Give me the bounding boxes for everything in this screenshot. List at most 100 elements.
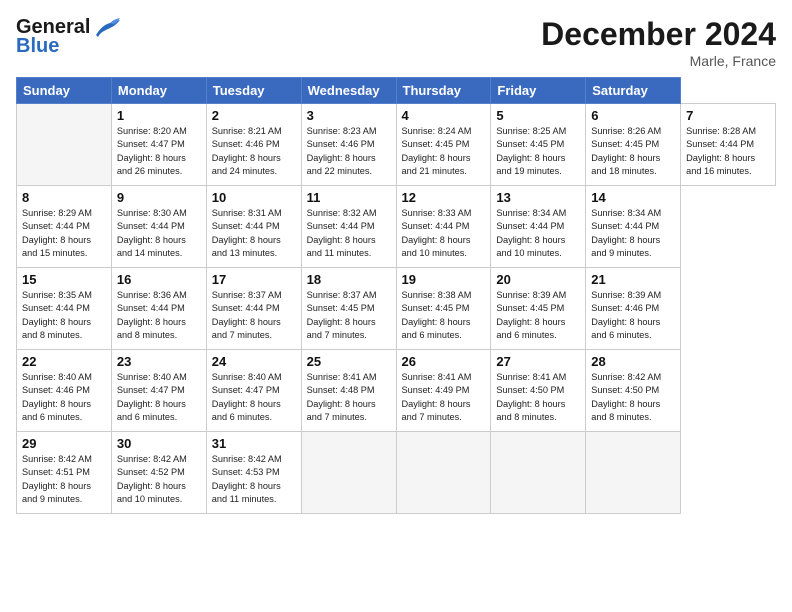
day-info: Sunrise: 8:24 AM Sunset: 4:45 PM Dayligh… bbox=[402, 125, 486, 178]
day-number: 10 bbox=[212, 190, 296, 205]
header-friday: Friday bbox=[491, 78, 586, 104]
calendar: Sunday Monday Tuesday Wednesday Thursday… bbox=[16, 77, 776, 514]
day-number: 13 bbox=[496, 190, 580, 205]
calendar-cell bbox=[301, 432, 396, 514]
calendar-cell: 3Sunrise: 8:23 AM Sunset: 4:46 PM Daylig… bbox=[301, 104, 396, 186]
day-number: 7 bbox=[686, 108, 770, 123]
day-info: Sunrise: 8:42 AM Sunset: 4:50 PM Dayligh… bbox=[591, 371, 675, 424]
day-number: 21 bbox=[591, 272, 675, 287]
day-info: Sunrise: 8:42 AM Sunset: 4:52 PM Dayligh… bbox=[117, 453, 201, 506]
calendar-cell: 8Sunrise: 8:29 AM Sunset: 4:44 PM Daylig… bbox=[17, 186, 112, 268]
day-info: Sunrise: 8:36 AM Sunset: 4:44 PM Dayligh… bbox=[117, 289, 201, 342]
header-saturday: Saturday bbox=[586, 78, 681, 104]
calendar-cell: 29 Sunrise: 8:42 AM Sunset: 4:51 PM Dayli… bbox=[17, 432, 112, 514]
day-number: 11 bbox=[307, 190, 391, 205]
calendar-week-1: 1 Sunrise: 8:20 AM Sunset: 4:47 PM Daylig… bbox=[17, 104, 776, 186]
calendar-cell: 2Sunrise: 8:21 AM Sunset: 4:46 PM Daylig… bbox=[206, 104, 301, 186]
calendar-cell: 5 Sunrise: 8:25 AM Sunset: 4:45 PM Daylig… bbox=[491, 104, 586, 186]
header-thursday: Thursday bbox=[396, 78, 491, 104]
day-info: Sunrise: 8:33 AM Sunset: 4:44 PM Dayligh… bbox=[402, 207, 486, 260]
day-info: Sunrise: 8:40 AM Sunset: 4:46 PM Dayligh… bbox=[22, 371, 106, 424]
day-info: Sunrise: 8:41 AM Sunset: 4:49 PM Dayligh… bbox=[402, 371, 486, 424]
calendar-cell bbox=[396, 432, 491, 514]
calendar-cell: 15 Sunrise: 8:35 AM Sunset: 4:44 PM Dayli… bbox=[17, 268, 112, 350]
day-number: 14 bbox=[591, 190, 675, 205]
day-info: Sunrise: 8:40 AM Sunset: 4:47 PM Dayligh… bbox=[212, 371, 296, 424]
calendar-header-row: Sunday Monday Tuesday Wednesday Thursday… bbox=[17, 78, 776, 104]
day-number: 15 bbox=[22, 272, 106, 287]
day-number: 19 bbox=[402, 272, 486, 287]
day-info: Sunrise: 8:31 AM Sunset: 4:44 PM Dayligh… bbox=[212, 207, 296, 260]
calendar-week-3: 15 Sunrise: 8:35 AM Sunset: 4:44 PM Dayli… bbox=[17, 268, 776, 350]
calendar-cell: 16 Sunrise: 8:36 AM Sunset: 4:44 PM Dayli… bbox=[111, 268, 206, 350]
calendar-cell: 21 Sunrise: 8:39 AM Sunset: 4:46 PM Dayli… bbox=[586, 268, 681, 350]
day-info: Sunrise: 8:42 AM Sunset: 4:51 PM Dayligh… bbox=[22, 453, 106, 506]
calendar-week-5: 29 Sunrise: 8:42 AM Sunset: 4:51 PM Dayli… bbox=[17, 432, 776, 514]
calendar-cell: 28 Sunrise: 8:42 AM Sunset: 4:50 PM Dayli… bbox=[586, 350, 681, 432]
calendar-cell: 25 Sunrise: 8:41 AM Sunset: 4:48 PM Dayli… bbox=[301, 350, 396, 432]
day-number: 1 bbox=[117, 108, 201, 123]
logo-blue: Blue bbox=[16, 35, 59, 58]
calendar-cell bbox=[17, 104, 112, 186]
calendar-cell: 31Sunrise: 8:42 AM Sunset: 4:53 PM Dayli… bbox=[206, 432, 301, 514]
day-number: 6 bbox=[591, 108, 675, 123]
calendar-cell: 18 Sunrise: 8:37 AM Sunset: 4:45 PM Dayli… bbox=[301, 268, 396, 350]
day-number: 16 bbox=[117, 272, 201, 287]
day-info: Sunrise: 8:34 AM Sunset: 4:44 PM Dayligh… bbox=[496, 207, 580, 260]
day-info: Sunrise: 8:39 AM Sunset: 4:46 PM Dayligh… bbox=[591, 289, 675, 342]
header-tuesday: Tuesday bbox=[206, 78, 301, 104]
calendar-cell: 22 Sunrise: 8:40 AM Sunset: 4:46 PM Dayli… bbox=[17, 350, 112, 432]
day-info: Sunrise: 8:32 AM Sunset: 4:44 PM Dayligh… bbox=[307, 207, 391, 260]
calendar-cell bbox=[491, 432, 586, 514]
day-number: 2 bbox=[212, 108, 296, 123]
day-info: Sunrise: 8:41 AM Sunset: 4:48 PM Dayligh… bbox=[307, 371, 391, 424]
day-number: 12 bbox=[402, 190, 486, 205]
calendar-cell: 12 Sunrise: 8:33 AM Sunset: 4:44 PM Dayli… bbox=[396, 186, 491, 268]
day-number: 24 bbox=[212, 354, 296, 369]
logo: General Blue bbox=[16, 16, 122, 58]
calendar-cell: 9Sunrise: 8:30 AM Sunset: 4:44 PM Daylig… bbox=[111, 186, 206, 268]
calendar-cell: 30Sunrise: 8:42 AM Sunset: 4:52 PM Dayli… bbox=[111, 432, 206, 514]
calendar-cell bbox=[586, 432, 681, 514]
calendar-week-2: 8Sunrise: 8:29 AM Sunset: 4:44 PM Daylig… bbox=[17, 186, 776, 268]
calendar-cell: 11 Sunrise: 8:32 AM Sunset: 4:44 PM Dayli… bbox=[301, 186, 396, 268]
header-sunday: Sunday bbox=[17, 78, 112, 104]
subtitle: Marle, France bbox=[541, 53, 776, 69]
day-info: Sunrise: 8:41 AM Sunset: 4:50 PM Dayligh… bbox=[496, 371, 580, 424]
day-info: Sunrise: 8:37 AM Sunset: 4:45 PM Dayligh… bbox=[307, 289, 391, 342]
calendar-cell: 6 Sunrise: 8:26 AM Sunset: 4:45 PM Daylig… bbox=[586, 104, 681, 186]
day-number: 25 bbox=[307, 354, 391, 369]
day-number: 28 bbox=[591, 354, 675, 369]
day-info: Sunrise: 8:26 AM Sunset: 4:45 PM Dayligh… bbox=[591, 125, 675, 178]
calendar-cell: 27 Sunrise: 8:41 AM Sunset: 4:50 PM Dayli… bbox=[491, 350, 586, 432]
calendar-cell: 26Sunrise: 8:41 AM Sunset: 4:49 PM Dayli… bbox=[396, 350, 491, 432]
calendar-cell: 24 Sunrise: 8:40 AM Sunset: 4:47 PM Dayli… bbox=[206, 350, 301, 432]
day-info: Sunrise: 8:28 AM Sunset: 4:44 PM Dayligh… bbox=[686, 125, 770, 178]
day-info: Sunrise: 8:29 AM Sunset: 4:44 PM Dayligh… bbox=[22, 207, 106, 260]
day-info: Sunrise: 8:34 AM Sunset: 4:44 PM Dayligh… bbox=[591, 207, 675, 260]
day-info: Sunrise: 8:35 AM Sunset: 4:44 PM Dayligh… bbox=[22, 289, 106, 342]
title-section: December 2024 Marle, France bbox=[541, 16, 776, 69]
day-number: 22 bbox=[22, 354, 106, 369]
day-number: 27 bbox=[496, 354, 580, 369]
calendar-cell: 23Sunrise: 8:40 AM Sunset: 4:47 PM Dayli… bbox=[111, 350, 206, 432]
day-number: 5 bbox=[496, 108, 580, 123]
page: General Blue December 2024 Marle, France… bbox=[0, 0, 792, 612]
logo-bird-icon bbox=[92, 17, 122, 39]
calendar-cell: 19Sunrise: 8:38 AM Sunset: 4:45 PM Dayli… bbox=[396, 268, 491, 350]
header-monday: Monday bbox=[111, 78, 206, 104]
header-wednesday: Wednesday bbox=[301, 78, 396, 104]
day-info: Sunrise: 8:25 AM Sunset: 4:45 PM Dayligh… bbox=[496, 125, 580, 178]
day-info: Sunrise: 8:40 AM Sunset: 4:47 PM Dayligh… bbox=[117, 371, 201, 424]
calendar-cell: 14 Sunrise: 8:34 AM Sunset: 4:44 PM Dayli… bbox=[586, 186, 681, 268]
header: General Blue December 2024 Marle, France bbox=[16, 16, 776, 69]
calendar-cell: 1 Sunrise: 8:20 AM Sunset: 4:47 PM Daylig… bbox=[111, 104, 206, 186]
day-number: 18 bbox=[307, 272, 391, 287]
day-info: Sunrise: 8:37 AM Sunset: 4:44 PM Dayligh… bbox=[212, 289, 296, 342]
day-number: 29 bbox=[22, 436, 106, 451]
day-info: Sunrise: 8:20 AM Sunset: 4:47 PM Dayligh… bbox=[117, 125, 201, 178]
day-info: Sunrise: 8:39 AM Sunset: 4:45 PM Dayligh… bbox=[496, 289, 580, 342]
day-info: Sunrise: 8:30 AM Sunset: 4:44 PM Dayligh… bbox=[117, 207, 201, 260]
calendar-week-4: 22 Sunrise: 8:40 AM Sunset: 4:46 PM Dayli… bbox=[17, 350, 776, 432]
calendar-cell: 17Sunrise: 8:37 AM Sunset: 4:44 PM Dayli… bbox=[206, 268, 301, 350]
